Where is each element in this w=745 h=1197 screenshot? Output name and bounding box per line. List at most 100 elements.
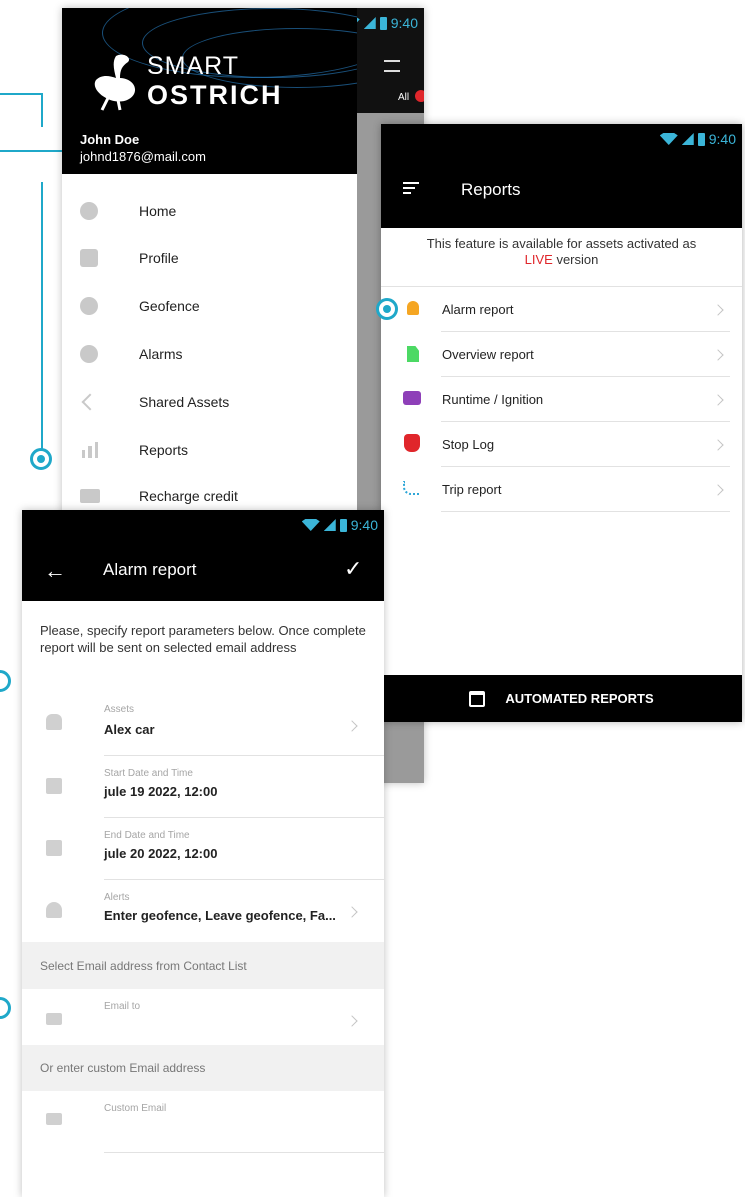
menu-icon[interactable] bbox=[403, 182, 419, 194]
ostrich-logo-icon bbox=[94, 54, 136, 111]
reports-screen: 9:40 Reports This feature is available f… bbox=[381, 124, 742, 722]
user-name: John Doe bbox=[80, 132, 140, 147]
back-arrow-icon[interactable]: ← bbox=[44, 558, 66, 584]
envelope-icon bbox=[46, 1013, 62, 1025]
chevron-right-icon bbox=[346, 720, 358, 732]
logo-text-ostrich: OSTRICH bbox=[147, 80, 283, 110]
alarm-icon bbox=[80, 344, 98, 363]
report-item-alarm[interactable]: Alarm report bbox=[381, 287, 742, 332]
report-item-label: Stop Log bbox=[442, 437, 495, 452]
canvas: { "status_bar": {"time": "9:40"}, "drawe… bbox=[0, 0, 745, 1197]
field-value: jule 19 2022, 12:00 bbox=[104, 784, 218, 799]
signal-icon bbox=[363, 17, 376, 29]
notice-text: This feature is available for assets act… bbox=[426, 236, 697, 251]
email-to-field[interactable]: Email to bbox=[22, 989, 384, 1051]
tab-all[interactable]: All bbox=[398, 92, 409, 103]
field-label: Assets bbox=[104, 704, 135, 715]
drawer-item-home[interactable]: Home bbox=[62, 187, 357, 234]
count-badge bbox=[415, 90, 424, 102]
home-icon bbox=[80, 201, 98, 220]
credit-card-icon bbox=[80, 488, 100, 503]
alarm-app-bar: ← Alarm report ✓ bbox=[22, 540, 384, 601]
drawer-item-label: Geofence bbox=[139, 297, 200, 314]
wifi-icon bbox=[301, 519, 320, 531]
contact-list-section-header: Select Email address from Contact List bbox=[22, 942, 384, 989]
chevron-right-icon bbox=[712, 483, 724, 496]
envelope-icon bbox=[46, 1113, 62, 1125]
field-value: Alex car bbox=[104, 722, 155, 737]
report-item-overview[interactable]: Overview report bbox=[381, 332, 742, 377]
start-date-field[interactable]: Start Date and Time jule 19 2022, 12:00 bbox=[22, 756, 384, 818]
report-item-stop-log[interactable]: Stop Log bbox=[381, 422, 742, 467]
report-item-label: Overview report bbox=[442, 347, 534, 362]
menu-icon[interactable] bbox=[384, 60, 400, 72]
signal-icon bbox=[681, 133, 694, 145]
status-bar: 9:40 bbox=[22, 510, 384, 540]
alerts-field[interactable]: Alerts Enter geofence, Leave geofence, F… bbox=[22, 880, 384, 942]
page-title: Reports bbox=[461, 180, 521, 199]
car-icon bbox=[46, 714, 62, 730]
connector-line bbox=[41, 182, 43, 450]
battery-icon bbox=[339, 518, 347, 532]
drawer-item-reports[interactable]: Reports bbox=[62, 426, 357, 473]
section-label: Or enter custom Email address bbox=[40, 1061, 206, 1075]
callout-marker bbox=[0, 670, 11, 692]
drawer-item-label: Recharge credit bbox=[139, 487, 238, 504]
drawer-item-profile[interactable]: Profile bbox=[62, 234, 357, 281]
drawer-item-geofence[interactable]: Geofence bbox=[62, 282, 357, 329]
drawer-item-shared-assets[interactable]: Shared Assets bbox=[62, 378, 357, 425]
report-item-label: Runtime / Ignition bbox=[442, 392, 544, 407]
connector-line bbox=[41, 93, 43, 127]
calendar-icon bbox=[46, 778, 62, 794]
live-badge: LIVE bbox=[524, 252, 553, 267]
report-item-label: Trip report bbox=[442, 482, 502, 497]
share-icon bbox=[81, 393, 99, 410]
drawer-item-alarms[interactable]: Alarms bbox=[62, 330, 357, 377]
hand-stop-icon bbox=[404, 434, 420, 452]
chevron-right-icon bbox=[712, 348, 724, 361]
assets-field[interactable]: Assets Alex car bbox=[22, 694, 384, 756]
notice-line2: LIVE version bbox=[381, 252, 742, 268]
status-bar: 9:40 bbox=[381, 124, 742, 154]
report-item-runtime[interactable]: Runtime / Ignition bbox=[381, 377, 742, 422]
battery-icon bbox=[379, 16, 387, 30]
report-item-label: Alarm report bbox=[442, 302, 514, 317]
alarm-report-screen: 9:40 ← Alarm report ✓ Please, specify re… bbox=[22, 510, 384, 1197]
ignition-icon bbox=[403, 391, 421, 405]
reports-app-bar: Reports bbox=[381, 154, 742, 228]
tab-all-label: All bbox=[398, 92, 410, 103]
end-date-field[interactable]: End Date and Time jule 20 2022, 12:00 bbox=[22, 818, 384, 880]
custom-email-placeholder: Custom Email bbox=[104, 1103, 167, 1114]
automated-reports-label: AUTOMATED REPORTS bbox=[505, 691, 654, 706]
drawer-item-label: Profile bbox=[139, 249, 179, 266]
status-time: 9:40 bbox=[708, 131, 736, 147]
bar-chart-icon bbox=[82, 441, 98, 458]
field-value: jule 20 2022, 12:00 bbox=[104, 846, 218, 861]
status-time: 9:40 bbox=[350, 517, 378, 533]
live-notice: This feature is available for assets act… bbox=[381, 236, 742, 268]
callout-marker bbox=[376, 298, 398, 320]
report-item-trip[interactable]: Trip report bbox=[381, 467, 742, 512]
user-email: johnd1876@mail.com bbox=[80, 149, 206, 164]
field-label: Start Date and Time bbox=[104, 768, 193, 779]
drawer-item-label: Reports bbox=[139, 441, 189, 458]
field-label: Alerts bbox=[104, 892, 130, 903]
custom-email-field[interactable]: Custom Email bbox=[22, 1091, 384, 1153]
calendar-icon bbox=[469, 690, 486, 707]
gear-icon bbox=[80, 248, 98, 267]
status-time: 9:40 bbox=[390, 15, 418, 31]
bell-icon bbox=[407, 301, 419, 315]
automated-reports-button[interactable]: AUTOMATED REPORTS bbox=[381, 675, 742, 722]
intro-text: Please, specify report parameters below.… bbox=[40, 623, 366, 655]
field-label: Email to bbox=[104, 1001, 141, 1012]
document-icon bbox=[407, 346, 419, 362]
logo-text-smart: SMART bbox=[147, 52, 240, 80]
callout-marker bbox=[30, 448, 52, 470]
battery-icon bbox=[697, 132, 705, 146]
bell-icon bbox=[46, 902, 62, 918]
confirm-check-icon[interactable]: ✓ bbox=[344, 556, 362, 582]
chevron-right-icon bbox=[712, 438, 724, 451]
field-value: Enter geofence, Leave geofence, Fa... bbox=[104, 908, 336, 923]
chevron-right-icon bbox=[712, 393, 724, 406]
drawer-item-label: Shared Assets bbox=[139, 393, 230, 410]
